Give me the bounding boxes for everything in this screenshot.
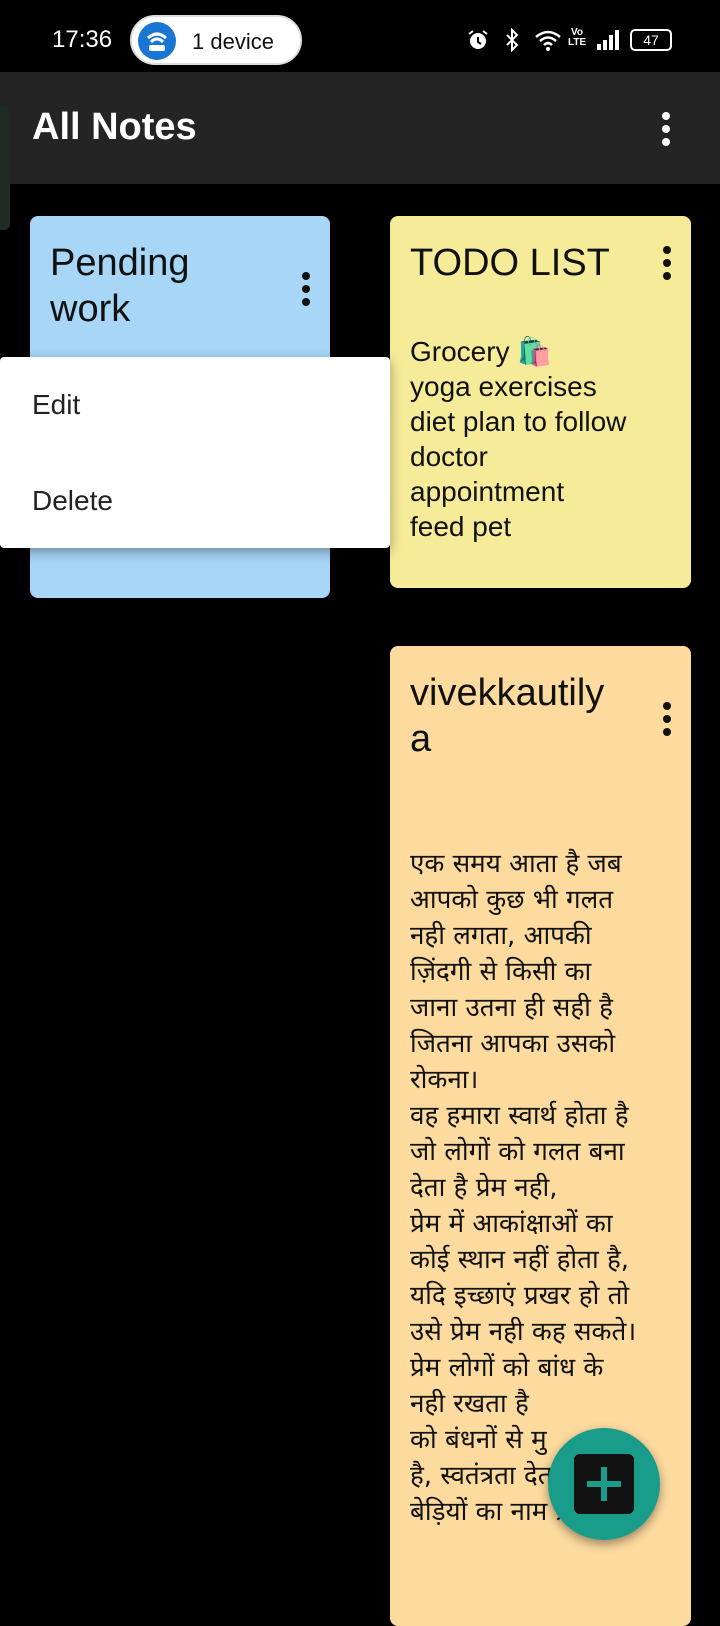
hotspot-pill[interactable]: 1 device <box>130 15 302 65</box>
add-note-button[interactable] <box>548 1428 660 1540</box>
alarm-icon <box>466 28 490 52</box>
note-body: एक समय आता है जब आपको कुछ भी गलत नही लगत… <box>410 849 637 1527</box>
status-time: 17:36 <box>52 26 113 53</box>
note-title: TODO LIST <box>410 242 610 284</box>
note-more-vert-icon[interactable] <box>663 246 671 280</box>
note-context-menu: Edit Delete <box>0 357 390 548</box>
add-icon <box>574 1454 634 1514</box>
note-title: vivekkautilya <box>410 672 605 760</box>
menu-item-delete[interactable]: Delete <box>32 485 113 517</box>
note-card-todo-list[interactable]: TODO LIST Grocery 🛍️ yoga exercises diet… <box>390 216 691 588</box>
bluetooth-icon <box>500 27 524 53</box>
wifi-icon <box>534 28 561 52</box>
hotspot-label: 1 device <box>192 29 274 54</box>
note-more-vert-icon[interactable] <box>302 272 310 306</box>
edge-panel-handle[interactable] <box>0 106 10 230</box>
hotspot-icon <box>138 22 176 60</box>
more-vert-icon[interactable] <box>662 112 670 146</box>
status-icons: Vo LTE 47 <box>466 26 672 54</box>
menu-item-edit[interactable]: Edit <box>32 389 80 421</box>
note-body: Grocery 🛍️ yoga exercises diet plan to f… <box>410 336 627 542</box>
note-title: Pending work <box>50 242 190 330</box>
app-toolbar: All Notes <box>0 72 720 184</box>
note-more-vert-icon[interactable] <box>663 702 671 736</box>
signal-icon <box>596 28 620 52</box>
volte-icon: Vo LTE <box>568 27 587 48</box>
battery-icon: 47 <box>630 29 672 51</box>
status-bar: 17:36 1 device Vo LTE 47 <box>0 0 720 72</box>
page-title: All Notes <box>32 106 197 148</box>
